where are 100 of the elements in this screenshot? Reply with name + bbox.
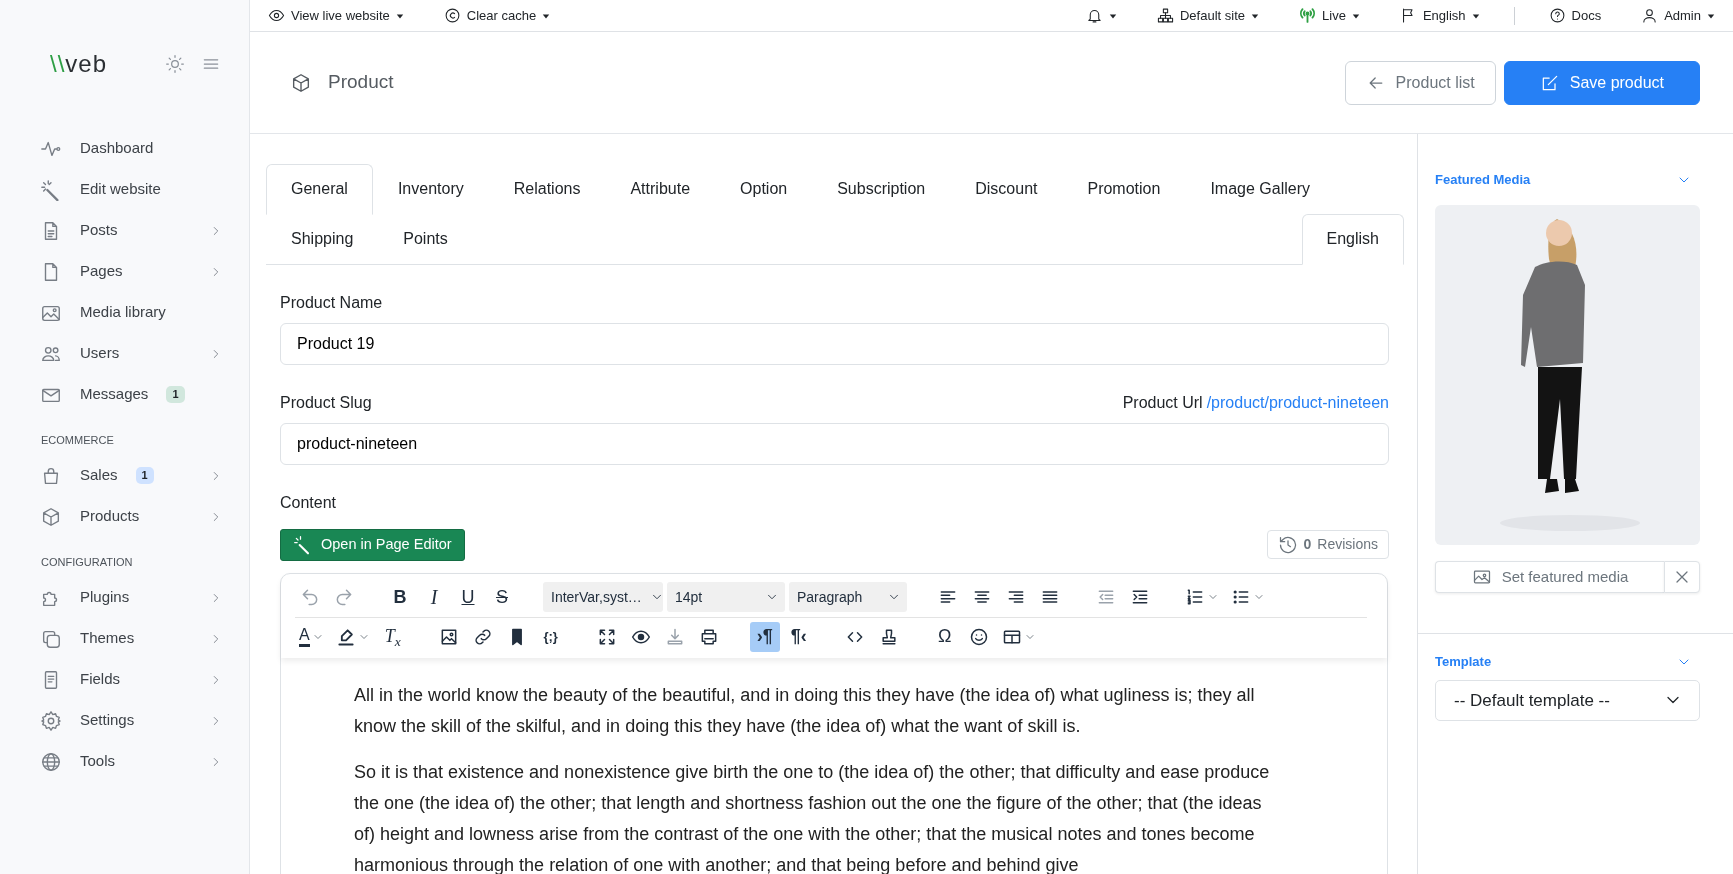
sidebar-item[interactable]: Tools: [0, 741, 249, 782]
tab[interactable]: General: [266, 163, 373, 215]
settings-icon: [40, 709, 62, 732]
left-to-right-button[interactable]: ›¶: [749, 621, 780, 652]
tab[interactable]: Discount: [950, 163, 1063, 215]
link-label: Clear cache: [466, 6, 537, 25]
top-bar-link[interactable]: English: [1399, 5, 1480, 26]
paragraph: So it is that existence and nonexistence give birth the one to (the idea of) the other; that difficulty and ease produce the one (the idea of) the other; that length and shortness fashion out the one the figure of the other; that (the ideas of) height and lowness arise from the contrast of the one with the other; that the musical notes and tones become harmonious through the relation of one with another; and that being before and behind give: [354, 760, 1271, 874]
block-format-select[interactable]: Paragraph: [789, 582, 907, 613]
tab[interactable]: Relations: [488, 163, 606, 215]
tab[interactable]: Promotion: [1062, 163, 1186, 215]
language-tab[interactable]: English: [1301, 213, 1404, 265]
sidebar-item[interactable]: Posts: [0, 210, 249, 251]
sidebar-item[interactable]: Edit website: [0, 169, 249, 210]
input-field[interactable]: product-nineteen: [280, 422, 1389, 465]
url-label: Product Url: [1122, 392, 1203, 413]
font-family-select[interactable]: InterVar,syst…: [543, 582, 663, 613]
notifications-button[interactable]: [1085, 7, 1117, 24]
tab[interactable]: Image Gallery: [1185, 163, 1335, 215]
link-label: Default site: [1179, 6, 1245, 25]
panel-title: Template: [1435, 653, 1492, 672]
special-character-button[interactable]: Ω: [929, 621, 960, 652]
link-icon: [472, 626, 493, 647]
right-to-left-button[interactable]: ¶‹: [783, 621, 814, 652]
count-badge: 1: [166, 385, 185, 404]
redo-icon: [334, 587, 354, 608]
clear-format-button[interactable]: T$_{x}$: [377, 621, 408, 652]
eye-icon: [268, 7, 285, 24]
top-bar-link[interactable]: Admin: [1641, 5, 1715, 26]
sidebar-item[interactable]: Fields: [0, 659, 249, 700]
link-label: English: [1422, 6, 1466, 25]
page-title: Product: [328, 70, 394, 95]
bold-button[interactable]: B: [385, 582, 415, 613]
sidebar-item[interactable]: Sales 1: [0, 455, 249, 496]
sidebar-item[interactable]: Products: [0, 496, 249, 537]
sidebar-item[interactable]: Plugins: [0, 577, 249, 618]
panel-title: Featured Media: [1435, 170, 1531, 189]
globe-icon: [40, 750, 62, 773]
tab[interactable]: Inventory: [372, 163, 489, 215]
sidebar-item[interactable]: Pages: [0, 251, 249, 292]
sidebar-label: Pages: [80, 261, 123, 282]
sidebar-item[interactable]: Media library: [0, 292, 249, 333]
link-label: Admin: [1664, 6, 1701, 25]
font-size-select[interactable]: 14pt: [667, 582, 785, 613]
sidebar-label: Posts: [80, 220, 118, 241]
section-heading: ECOMMERCE: [40, 433, 115, 448]
text-color-button[interactable]: A: [295, 621, 328, 652]
input-field[interactable]: Product 19: [280, 322, 1389, 365]
cube-icon: [290, 71, 312, 94]
history-icon: [1277, 534, 1298, 555]
tab[interactable]: Points: [378, 213, 473, 265]
theme-toggle-button[interactable]: [165, 54, 185, 74]
paragraph: All in the world know the beauty of the beautiful, and in doing this they have (the idea of) what ugliness is; they all know the skill of the skilful, and in doing this they have (the idea of) what the want of skill is.: [354, 683, 1256, 738]
url-link[interactable]: /product/product-nineteen: [1206, 390, 1389, 415]
strikethrough-button[interactable]: S: [487, 582, 517, 613]
field-label: Product Name: [280, 292, 383, 313]
undo-icon: [300, 587, 320, 608]
section-heading: CONFIGURATION: [40, 555, 134, 570]
sidebar-label: Messages: [80, 384, 149, 405]
sidebar-item[interactable]: Dashboard: [0, 128, 249, 169]
top-bar-link[interactable]: View live website: [268, 5, 404, 26]
sidebar-label: Edit website: [80, 179, 161, 200]
tab[interactable]: Attribute: [605, 163, 716, 215]
sidebar-label: Tools: [80, 751, 116, 772]
sun-icon: [165, 54, 185, 74]
back-button[interactable]: Product list: [1344, 60, 1496, 105]
help-icon: [1548, 7, 1566, 24]
revisions-button[interactable]: 0 Revisions: [1266, 530, 1389, 560]
tab[interactable]: Option: [715, 163, 813, 215]
sidebar-label: Fields: [80, 669, 120, 690]
template-select[interactable]: -- Default template --: [1435, 679, 1700, 721]
smiley-icon: [968, 626, 989, 647]
sitemap-icon: [1156, 7, 1174, 24]
tab[interactable]: Subscription: [812, 163, 951, 215]
save-button[interactable]: Save product: [1503, 60, 1700, 105]
top-bar-link[interactable]: Default site: [1156, 5, 1259, 26]
code-sample-button[interactable]: {;}: [535, 621, 566, 652]
sidebar-item[interactable]: Users: [0, 333, 249, 374]
bell-icon: [1085, 7, 1103, 24]
set-media-button[interactable]: Set featured media: [1435, 561, 1664, 594]
sidebar-item[interactable]: Settings: [0, 700, 249, 741]
field-label: Content: [280, 492, 338, 513]
field-label: Product Slug: [280, 392, 372, 413]
open-editor-button[interactable]: Open in Page Editor: [280, 528, 465, 561]
count-badge: 1: [135, 466, 154, 485]
sidebar-item[interactable]: Messages 1: [0, 374, 249, 415]
logo[interactable]: \\veb: [50, 52, 108, 76]
top-bar-link[interactable]: Docs: [1548, 5, 1602, 26]
italic-button[interactable]: I: [419, 582, 449, 613]
top-bar-link[interactable]: Live: [1299, 5, 1360, 26]
marker-icon: [335, 626, 356, 647]
sidebar-item[interactable]: Themes: [0, 618, 249, 659]
sidebar-label: Plugins: [80, 587, 130, 608]
link-label: View live website: [291, 6, 390, 25]
underline-button[interactable]: U: [453, 582, 483, 613]
sidebar-label: Dashboard: [80, 138, 154, 159]
user-icon: [1641, 7, 1659, 24]
tab[interactable]: Shipping: [266, 213, 379, 265]
link-label: Docs: [1571, 6, 1602, 25]
top-bar-link[interactable]: Clear cache: [443, 5, 551, 26]
